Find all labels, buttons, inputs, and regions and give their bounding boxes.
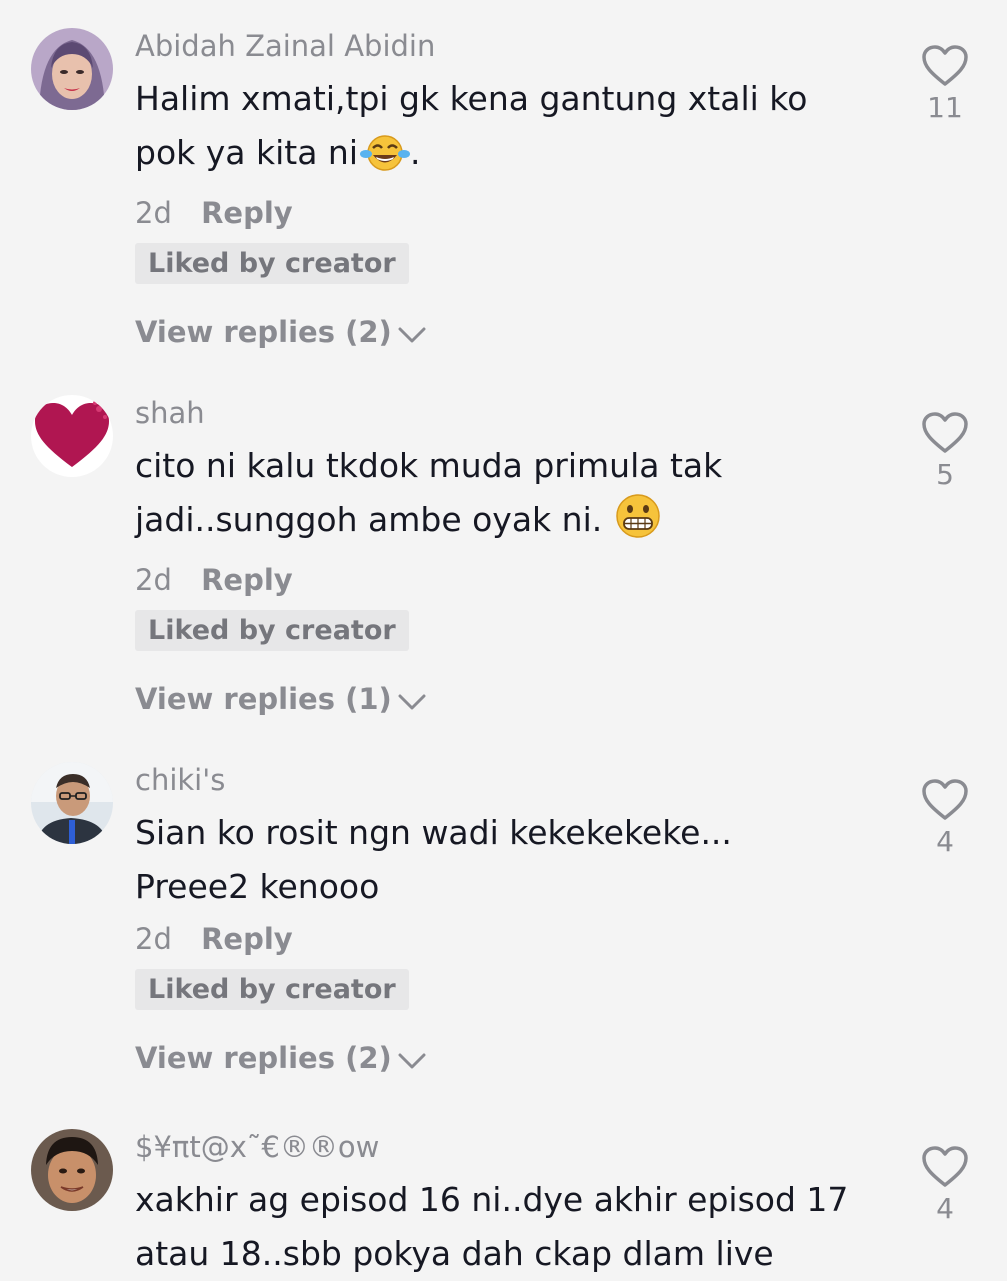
view-replies-button[interactable]: View replies (2) [135, 1038, 875, 1078]
face-with-tears-of-joy-icon [360, 132, 410, 188]
like-count: 11 [927, 91, 963, 124]
like-count: 4 [936, 1192, 954, 1225]
liked-by-creator-badge: Liked by creator [135, 969, 409, 1010]
timestamp: 2d [135, 196, 172, 230]
comment-text-line: xakhir ag episod 16 ni..dye akhir episod… [135, 1180, 849, 1219]
username[interactable]: shah [135, 395, 875, 431]
view-replies-label: View replies (1) [135, 682, 392, 716]
like-count: 5 [936, 458, 954, 491]
heart-outline-icon [922, 45, 968, 86]
heart-outline-icon [922, 412, 968, 453]
grimacing-face-icon [615, 493, 661, 555]
like-button[interactable]: 4 [918, 1145, 972, 1225]
comment-text-line: Sian ko rosit ngn wadi kekekekeke... [135, 813, 732, 852]
like-button[interactable]: 4 [918, 778, 972, 858]
avatar[interactable] [31, 1129, 113, 1211]
comment-body: $¥πt@x˜€®®ow xakhir ag episod 16 ni..dye… [135, 1129, 875, 1281]
avatar[interactable] [31, 28, 113, 110]
like-button[interactable]: 5 [918, 411, 972, 491]
comment-meta: 2d Reply [135, 193, 875, 233]
heart-outline-icon [922, 1146, 968, 1187]
comment-body: shah cito ni kalu tkdok muda primula tak… [135, 395, 875, 719]
username[interactable]: $¥πt@x˜€®®ow [135, 1129, 875, 1165]
liked-by-creator-badge: Liked by creator [135, 243, 409, 284]
comment-meta: 2d Reply [135, 560, 875, 600]
comment-text: xakhir ag episod 16 ni..dye akhir episod… [135, 1173, 875, 1281]
reply-button[interactable]: Reply [201, 196, 293, 230]
chevron-down-icon [398, 1040, 426, 1080]
chevron-down-icon [398, 681, 426, 721]
comment-text: cito ni kalu tkdok muda primula tak jadi… [135, 439, 875, 555]
heart-outline-icon [922, 779, 968, 820]
view-replies-label: View replies (2) [135, 1041, 392, 1075]
timestamp: 2d [135, 922, 172, 956]
comment-body: Abidah Zainal Abidin Halim xmati,tpi gk … [135, 28, 875, 352]
comment-text-line: Preee2 kenooo [135, 867, 380, 906]
timestamp: 2d [135, 563, 172, 597]
comment-text: Sian ko rosit ngn wadi kekekekeke... Pre… [135, 806, 875, 914]
like-count: 4 [936, 825, 954, 858]
reply-button[interactable]: Reply [201, 922, 293, 956]
comment-text-segment: . [410, 133, 421, 172]
comment-text-segment: jadi..sunggoh ambe oyak ni. [135, 500, 603, 539]
comment-meta: 2d Reply [135, 919, 875, 959]
username[interactable]: Abidah Zainal Abidin [135, 28, 875, 64]
comment-text-line: cito ni kalu tkdok muda primula tak [135, 446, 723, 485]
comment-body: chiki's Sian ko rosit ngn wadi kekekekek… [135, 762, 875, 1078]
username[interactable]: chiki's [135, 762, 875, 798]
comment-text-line: atau 18..sbb pokya dah ckap dlam live [135, 1234, 774, 1273]
like-button[interactable]: 11 [918, 44, 972, 124]
comment-text-line: pok ya kita ni . [135, 126, 875, 188]
reply-button[interactable]: Reply [201, 563, 293, 597]
liked-by-creator-badge: Liked by creator [135, 610, 409, 651]
comment-text-line: jadi..sunggoh ambe oyak ni. [135, 493, 875, 555]
chevron-down-icon [398, 314, 426, 354]
avatar[interactable] [31, 762, 113, 844]
comment-text-line: Halim xmati,tpi gk kena gantung xtali ko [135, 79, 808, 118]
comment-text-segment: pok ya kita ni [135, 133, 358, 172]
avatar[interactable] [31, 395, 113, 477]
view-replies-button[interactable]: View replies (1) [135, 679, 875, 719]
view-replies-label: View replies (2) [135, 315, 392, 349]
comment-text: Halim xmati,tpi gk kena gantung xtali ko… [135, 72, 875, 188]
view-replies-button[interactable]: View replies (2) [135, 312, 875, 352]
